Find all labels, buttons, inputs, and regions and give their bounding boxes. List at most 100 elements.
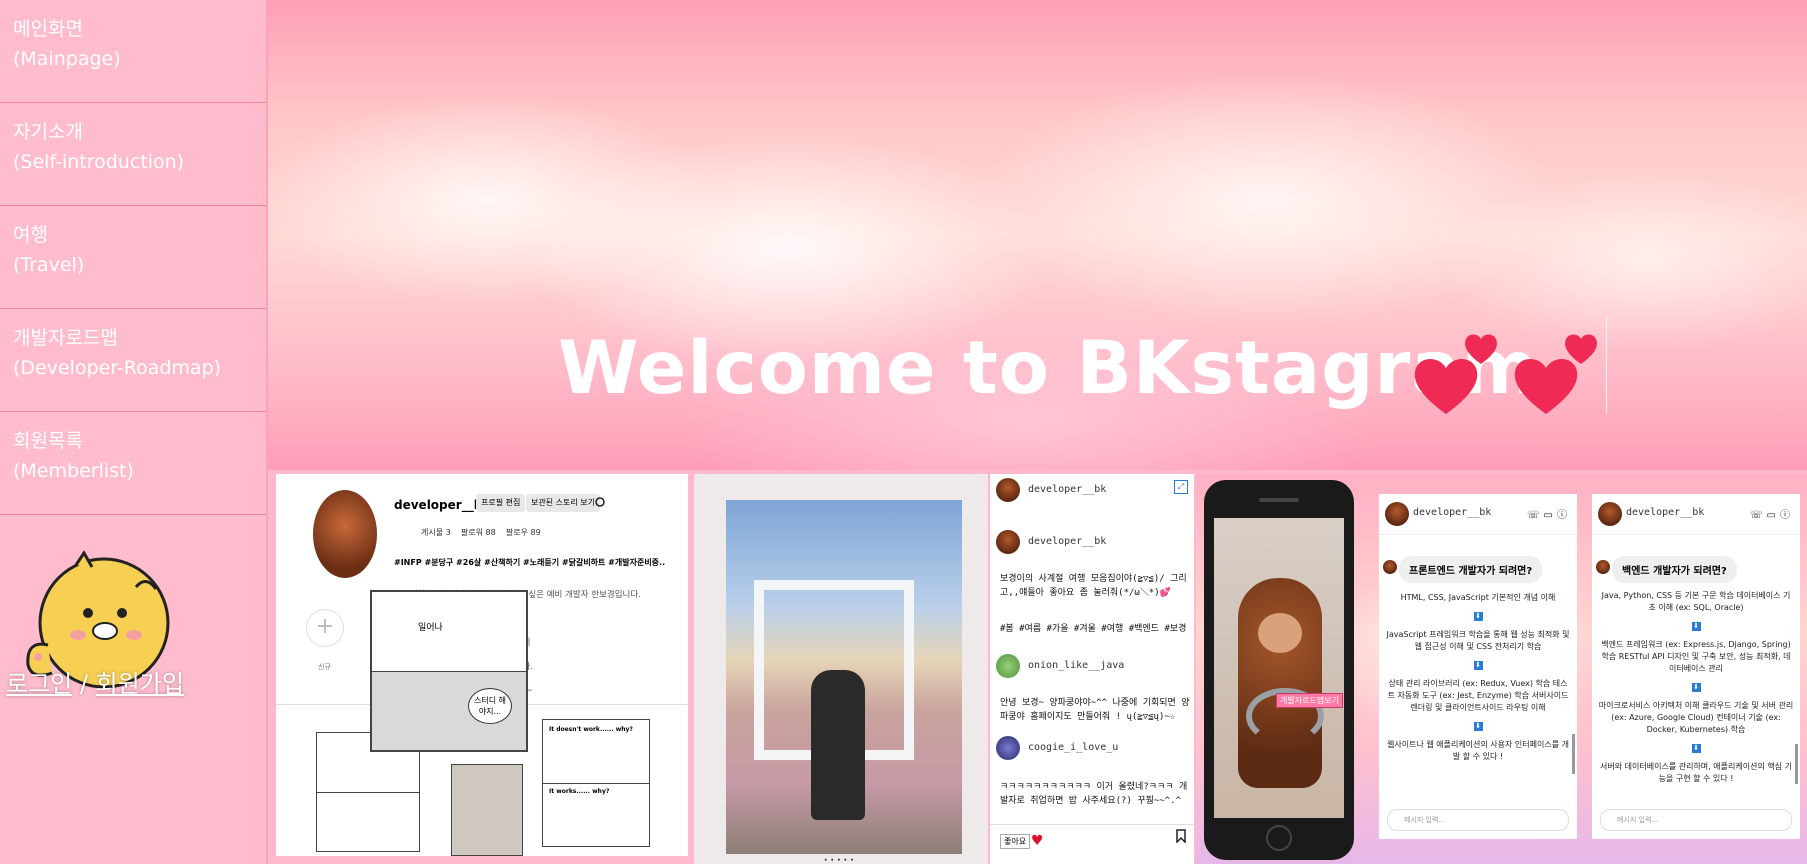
view-roadmap-button[interactable]: 개발자로드맵보기 <box>1276 693 1343 708</box>
avatar <box>996 654 1020 678</box>
chat-frontend: developer__bk ☏▭ⓘ 프론트엔드 개발자가 되려면? HTML, … <box>1379 494 1577 839</box>
chat-action-icons[interactable]: ☏▭ⓘ <box>1527 506 1571 521</box>
avatar <box>996 530 1020 554</box>
down-arrow-icon: ⬇ <box>1691 683 1701 692</box>
nav-label-ko: 메인화면 <box>13 18 83 40</box>
person-figure <box>811 670 865 820</box>
settings-gear-icon[interactable] <box>594 496 606 508</box>
chat-username[interactable]: developer__bk <box>1626 507 1704 518</box>
monkey-plush <box>1238 578 1322 788</box>
nav-label-ko: 회원목록 <box>13 430 83 452</box>
heart-icon[interactable]: ♥ <box>1032 831 1042 851</box>
nav-item-mainpage[interactable]: 메인화면 (Mainpage) <box>0 0 266 103</box>
question-bubble: 백엔드 개발자가 되려면? <box>1612 556 1737 583</box>
message-input[interactable]: 메시지 입력... <box>1600 809 1792 831</box>
comment-text: 안녕 보경~ 양파쿵야야~^^ 나중에 기회되면 양파쿵야 홈페이지도 만들어줘… <box>1000 698 1190 722</box>
comic-text-study: 스터디 해야지... <box>468 688 512 724</box>
nav-item-self-introduction[interactable]: 자기소개 (Self-introduction) <box>0 103 266 206</box>
hero-title: Welcome to BKstagram <box>558 326 1539 411</box>
scrollbar[interactable] <box>1795 744 1798 784</box>
nav-label-en: (Travel) <box>13 254 85 276</box>
step: 백엔드 프레임워크 (ex: Express.js, Django, Sprin… <box>1601 640 1791 673</box>
divider <box>990 824 1194 825</box>
nav-label-ko: 여행 <box>13 224 48 246</box>
chat-steps: Java, Python, CSS 등 기본 구문 학습 데이터베이스 기초 이… <box>1598 590 1794 785</box>
step: 서버와 데이터베이스를 관리하며, 애플리케이션의 핵심 기능을 구현 할 수 … <box>1600 762 1792 783</box>
avatar <box>1596 560 1610 574</box>
chat-username[interactable]: developer__bk <box>1413 507 1491 518</box>
nav-item-memberlist[interactable]: 회원목록 (Memberlist) <box>0 412 266 515</box>
monkey-face <box>1258 613 1302 653</box>
sidebar: 메인화면 (Mainpage) 자기소개 (Self-introduction)… <box>0 0 268 864</box>
question-bubble: 프론트엔드 개발자가 되려면? <box>1399 556 1543 583</box>
roadmap-panel: 개발자로드맵보기 developer__bk ☏▭ⓘ 프론트엔드 개발자가 되려… <box>1196 474 1807 864</box>
travel-photo <box>726 500 962 854</box>
chat-header: developer__bk ☏▭ⓘ <box>1379 494 1577 535</box>
step: Java, Python, CSS 등 기본 구문 학습 데이터베이스 기초 이… <box>1601 591 1791 612</box>
post-hashtags: #봄 #여름 #가을 #겨울 #여행 #백엔드 #보경 <box>1000 624 1187 634</box>
signup-link[interactable]: 회원가입 <box>96 670 184 698</box>
down-arrow-icon: ⬇ <box>1473 661 1483 670</box>
message-input[interactable]: 메시지 입력... <box>1387 809 1569 831</box>
phone-mockup: 개발자로드맵보기 <box>1204 480 1354 860</box>
login-link[interactable]: 로그인 <box>6 670 72 698</box>
nav-label-ko: 자기소개 <box>13 121 83 143</box>
post-caption: 보경이의 사계절 여행 모음집이야(≧▽≦)/ 그리고,,얘들아 좋아요 좀 눌… <box>1000 574 1187 598</box>
nav-item-travel[interactable]: 여행 (Travel) <box>0 206 266 309</box>
profile-stats: 게시물 3 팔로워 88 팔로우 89 <box>421 527 541 538</box>
photo-caption: · · · · · <box>824 856 854 864</box>
phone-home-button <box>1266 825 1292 851</box>
bookmark-icon[interactable] <box>1176 829 1186 843</box>
phone-screen: 개발자로드맵보기 <box>1214 518 1344 818</box>
like-button[interactable]: 좋아요 <box>1000 834 1031 849</box>
avatar <box>996 478 1020 502</box>
archived-stories-button[interactable]: 보관된 스토리 보기 <box>526 494 600 512</box>
statue-thumb[interactable] <box>451 764 523 856</box>
chat-header: developer__bk ☏▭ⓘ <box>1592 494 1800 535</box>
nav-item-developer-roadmap[interactable]: 개발자로드맵 (Developer-Roadmap) <box>0 309 266 412</box>
new-story-plus-icon[interactable]: + <box>306 609 344 647</box>
nav-label-en: (Self-introduction) <box>13 151 185 173</box>
gallery-strip: developer__bk 프로필 편집 보관된 스토리 보기 게시물 3 팔로… <box>268 470 1807 864</box>
comic-text-wake: 일어나 <box>418 623 443 633</box>
following-count: 팔로우 89 <box>505 528 541 537</box>
post-count: 게시물 3 <box>421 528 451 537</box>
avatar <box>1383 560 1397 574</box>
step: 마이크로서비스 아키텍처 이해 클라우드 기술 및 서버 관리 (ex: Azu… <box>1598 701 1794 734</box>
nav-label-ko: 개발자로드맵 <box>13 327 118 349</box>
down-arrow-icon: ⬇ <box>1473 722 1483 731</box>
travel-photo-panel[interactable]: · · · · · <box>694 474 988 864</box>
comic-divider <box>543 783 649 784</box>
post-author[interactable]: developer__bk <box>1028 536 1106 547</box>
comic-thumb-works[interactable]: It doesn't work...... why? It works.....… <box>542 719 650 847</box>
text-caret <box>1606 316 1607 414</box>
profile-tags: #INFP #분당구 #26살 #산책하기 #노래듣기 #닭갈비하트 #개발자준… <box>394 558 666 567</box>
expand-icon[interactable]: ⤢ <box>1174 480 1188 494</box>
avatar <box>1385 502 1409 526</box>
nav-label-en: (Mainpage) <box>13 48 121 70</box>
follower-count: 팔로워 88 <box>460 528 496 537</box>
comment-user[interactable]: onion_like__java <box>1028 660 1124 671</box>
step: HTML, CSS, JavaScript 기본적인 개념 이해 <box>1400 593 1556 602</box>
step: 상태 관리 라이브러리 (ex: Redux, Vuex) 학습 테스트 자동화… <box>1387 679 1569 712</box>
profile-screenshot[interactable]: developer__bk 프로필 편집 보관된 스토리 보기 게시물 3 팔로… <box>276 474 688 856</box>
chat-backend: developer__bk ☏▭ⓘ 백엔드 개발자가 되려면? Java, Py… <box>1592 494 1800 839</box>
post-panel: developer__bk ⤢ developer__bk 보경이의 사계절 여… <box>990 474 1194 864</box>
avatar <box>1598 502 1622 526</box>
down-arrow-icon: ⬇ <box>1473 612 1483 621</box>
hero-banner: Welcome to BKstagram <box>268 0 1807 470</box>
post-header-user[interactable]: developer__bk <box>1028 484 1106 495</box>
comment-user[interactable]: coogie_i_love_u <box>1028 742 1118 753</box>
step: 웹사이트나 웹 애플리케이션의 사용자 인터페이스를 개발 할 수 있다 ! <box>1387 740 1569 761</box>
comic-text-works: It works...... why? <box>549 788 610 795</box>
chat-steps: HTML, CSS, JavaScript 기본적인 개념 이해 ⬇ JavaS… <box>1385 592 1571 763</box>
comic-popup: 일어나 스터디 해야지... <box>370 590 528 752</box>
avatar <box>996 736 1020 760</box>
step: JavaScript 프레임워크 학습을 통해 웹 성능 최적화 및 웹 접근성… <box>1386 630 1570 651</box>
auth-separator: / <box>72 670 96 698</box>
nav-label-en: (Memberlist) <box>13 460 134 482</box>
edit-profile-button[interactable]: 프로필 편집 <box>476 494 526 512</box>
comic-divider <box>317 792 419 793</box>
scrollbar[interactable] <box>1572 734 1575 774</box>
chat-action-icons[interactable]: ☏▭ⓘ <box>1750 506 1794 521</box>
